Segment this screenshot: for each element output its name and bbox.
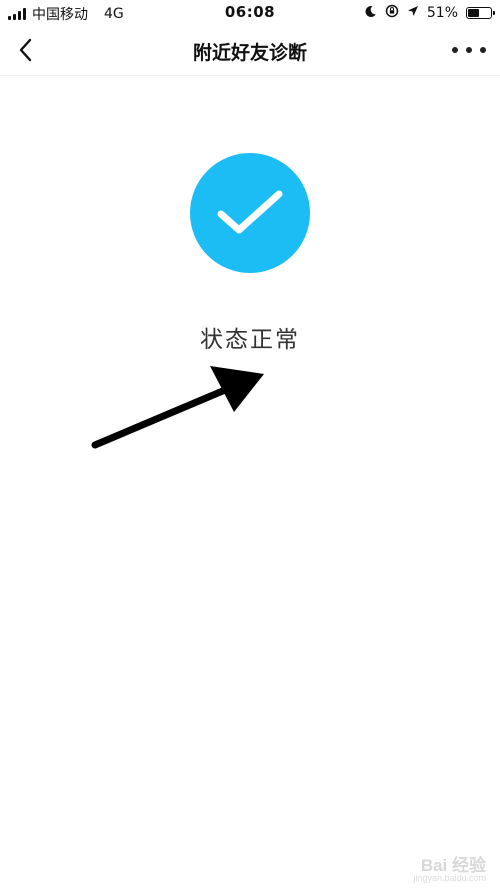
status-right: 51% <box>364 4 495 22</box>
battery-icon <box>466 7 495 19</box>
more-button[interactable] <box>452 38 486 62</box>
more-dot <box>466 47 472 53</box>
annotation-arrow-icon <box>91 366 264 449</box>
status-bar: 中国移动 4G 06:08 51% <box>0 0 500 26</box>
more-dot <box>480 47 486 53</box>
location-icon <box>407 5 419 21</box>
watermark-url: jingyan.baidu.com <box>413 873 486 883</box>
more-dot <box>452 47 458 53</box>
status-check-circle <box>190 153 310 273</box>
moon-icon <box>364 5 377 22</box>
battery-fill <box>468 9 479 17</box>
checkmark-icon <box>217 190 283 234</box>
rotation-lock-icon <box>385 4 399 22</box>
battery-percent: 51% <box>426 5 458 21</box>
screen: 中国移动 4G 06:08 51% 附近好友诊断 状态正常 Bai 经验 jin… <box>0 0 500 888</box>
page-title: 附近好友诊断 <box>192 42 307 64</box>
watermark: Bai 经验 jingyan.baidu.com <box>413 851 486 883</box>
status-text: 状态正常 <box>200 327 300 353</box>
nav-bar: 附近好友诊断 <box>0 26 500 76</box>
